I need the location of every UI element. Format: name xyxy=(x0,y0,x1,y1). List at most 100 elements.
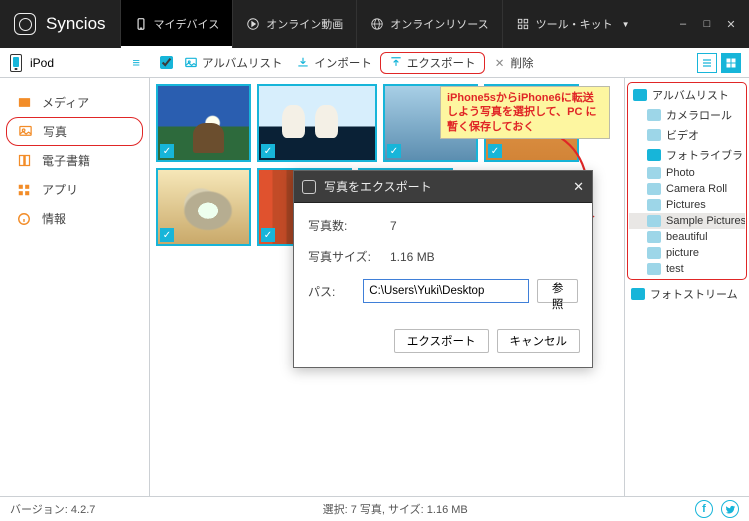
ebook-icon xyxy=(16,153,32,169)
grid-icon xyxy=(516,17,530,31)
annotation-text: iPhone5sからiPhone6に転送しよう写真を選択して、PC に暫く保存し… xyxy=(447,92,596,133)
photo-thumbnail[interactable]: ✓ xyxy=(156,84,251,162)
count-label: 写真数: xyxy=(308,217,382,234)
sidebar-item-label: 写真 xyxy=(43,123,67,140)
tab-online-video-label: オンライン動画 xyxy=(266,16,343,32)
tree-item-picture[interactable]: picture xyxy=(629,245,745,261)
facebook-icon[interactable]: f xyxy=(695,500,713,518)
view-grid-button[interactable] xyxy=(721,53,741,73)
header: Syncios マイデバイス オンライン動画 オンラインリソース ツール・キット… xyxy=(0,0,749,48)
sidebar-item-label: アプリ xyxy=(42,181,78,198)
dialog-header[interactable]: 写真をエクスポート ✕ xyxy=(294,171,592,203)
tree-item-pictures[interactable]: Pictures xyxy=(629,197,745,213)
tree-item-photo[interactable]: Photo xyxy=(629,165,745,181)
grid-view-icon xyxy=(725,57,737,69)
tree-item-sample-pictures[interactable]: Sample Pictures xyxy=(629,213,745,229)
media-icon xyxy=(16,95,32,111)
minimize-button[interactable]: ‒ xyxy=(677,18,689,31)
brand: Syncios xyxy=(0,13,120,35)
import-label: インポート xyxy=(314,55,372,71)
tab-toolkit-label: ツール・キット xyxy=(536,16,613,32)
photo-icon xyxy=(17,124,33,140)
folder-icon xyxy=(647,247,661,259)
browse-button[interactable]: 参照 xyxy=(537,279,578,303)
folder-icon xyxy=(633,89,647,101)
sidebar-item-info[interactable]: 情報 xyxy=(0,204,149,233)
sidebar-item-apps[interactable]: アプリ xyxy=(0,175,149,204)
album-list-label: アルバムリスト xyxy=(202,55,282,71)
folder-icon xyxy=(647,199,661,211)
annotation-callout: iPhone5sからiPhone6に転送しよう写真を選択して、PC に暫く保存し… xyxy=(440,86,610,139)
tree-item-camera-roll-jp[interactable]: カメラロール xyxy=(629,105,745,125)
main-content: ✓ ✓ ✓ ✓ ✓ ✓ ✓ iPhone5sからiPhone6に転送しよう写真を… xyxy=(150,78,624,496)
sidebar: メディア 写真 電子書籍 アプリ 情報 xyxy=(0,78,150,496)
tree-item-photostream[interactable]: フォトストリーム xyxy=(627,284,747,304)
export-button[interactable]: エクスポート xyxy=(380,52,485,74)
dialog-cancel-button[interactable]: キャンセル xyxy=(497,329,581,353)
photo-thumbnail[interactable]: ✓ xyxy=(257,84,377,162)
tab-toolkit[interactable]: ツール・キット ▼ xyxy=(502,0,643,48)
delete-label: 削除 xyxy=(511,55,534,71)
check-icon: ✓ xyxy=(488,144,502,158)
album-tree: アルバムリスト カメラロール ビデオ フォトライブラリー Photo Camer… xyxy=(624,78,749,496)
folder-icon xyxy=(647,167,661,179)
folder-icon xyxy=(647,263,661,275)
dialog-export-button[interactable]: エクスポート xyxy=(394,329,489,353)
tab-online-resource[interactable]: オンラインリソース xyxy=(356,0,501,48)
folder-icon xyxy=(647,231,661,243)
twitter-icon[interactable] xyxy=(721,500,739,518)
folder-icon xyxy=(631,288,645,300)
tree-item-camera-roll[interactable]: Camera Roll xyxy=(629,181,745,197)
version-label: バージョン: 4.2.7 xyxy=(10,501,95,517)
device-name: iPod xyxy=(30,56,54,70)
selection-status: 選択: 7 写真, サイズ: 1.16 MB xyxy=(103,501,687,517)
device-selector[interactable]: iPod ≡ xyxy=(0,54,150,72)
apps-icon xyxy=(16,182,32,198)
dialog-close-button[interactable]: ✕ xyxy=(573,179,584,195)
chevron-down-icon: ▼ xyxy=(622,20,630,29)
check-icon: ✓ xyxy=(160,228,174,242)
hamburger-icon[interactable]: ≡ xyxy=(132,55,140,70)
brand-name: Syncios xyxy=(46,14,106,34)
dialog-icon xyxy=(302,180,316,194)
close-button[interactable]: ✕ xyxy=(725,18,737,31)
folder-icon xyxy=(647,129,661,141)
globe-icon xyxy=(370,17,384,31)
import-icon xyxy=(296,56,310,70)
tree-item-photo-library[interactable]: フォトライブラリー xyxy=(629,145,745,165)
toolbar: iPod ≡ アルバムリスト インポート エクスポート ✕ 削除 xyxy=(0,48,749,78)
view-list-button[interactable] xyxy=(697,53,717,73)
export-icon xyxy=(389,56,403,70)
check-icon: ✓ xyxy=(261,144,275,158)
sidebar-item-photo[interactable]: 写真 xyxy=(6,117,143,146)
tree-item-albumlist[interactable]: アルバムリスト xyxy=(629,85,745,105)
folder-icon xyxy=(647,149,661,161)
toolbar-items: アルバムリスト インポート エクスポート ✕ 削除 xyxy=(150,52,540,74)
tab-my-device[interactable]: マイデバイス xyxy=(120,0,233,48)
photo-thumbnail[interactable]: ✓ xyxy=(156,168,251,246)
tab-my-device-label: マイデバイス xyxy=(154,16,220,32)
status-bar: バージョン: 4.2.7 選択: 7 写真, サイズ: 1.16 MB f xyxy=(0,496,749,521)
check-icon: ✓ xyxy=(261,228,275,242)
app-window: Syncios マイデバイス オンライン動画 オンラインリソース ツール・キット… xyxy=(0,0,749,521)
delete-button[interactable]: ✕ 削除 xyxy=(487,52,540,74)
sidebar-item-ebook[interactable]: 電子書籍 xyxy=(0,146,149,175)
import-button[interactable]: インポート xyxy=(290,52,378,74)
folder-icon xyxy=(647,109,661,121)
album-list-button[interactable]: アルバムリスト xyxy=(178,52,288,74)
count-value: 7 xyxy=(390,219,578,233)
tab-online-video[interactable]: オンライン動画 xyxy=(232,0,356,48)
maximize-button[interactable]: □ xyxy=(701,18,713,31)
path-input[interactable] xyxy=(363,279,529,303)
export-label: エクスポート xyxy=(407,55,476,71)
select-all-checkbox[interactable] xyxy=(156,53,176,72)
tree-item-test[interactable]: test xyxy=(629,261,745,277)
sidebar-item-label: 情報 xyxy=(42,210,66,227)
size-label: 写真サイズ: xyxy=(308,248,382,265)
tree-item-beautiful[interactable]: beautiful xyxy=(629,229,745,245)
delete-icon: ✕ xyxy=(493,56,507,70)
tree-item-video[interactable]: ビデオ xyxy=(629,125,745,145)
sidebar-item-media[interactable]: メディア xyxy=(0,88,149,117)
tab-online-resource-label: オンラインリソース xyxy=(390,16,488,32)
check-icon: ✓ xyxy=(160,144,174,158)
